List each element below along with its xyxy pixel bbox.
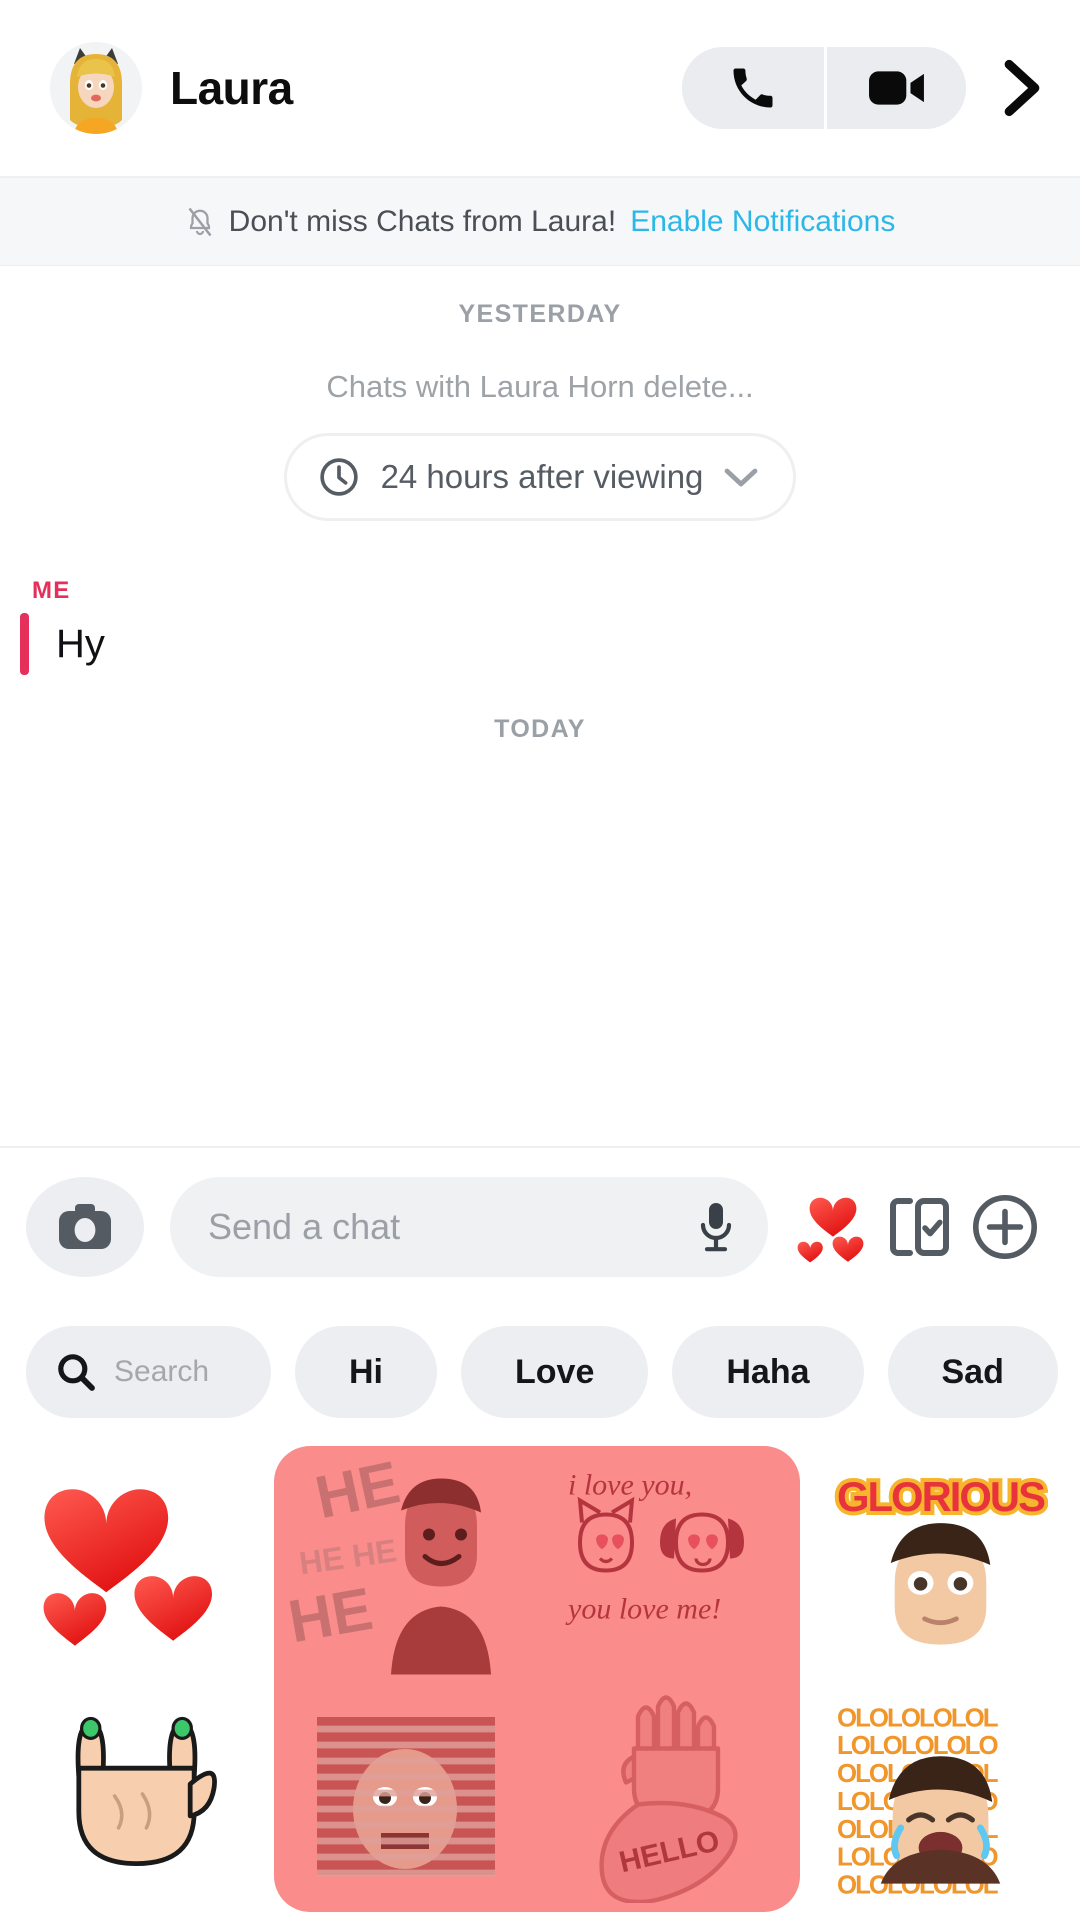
page-title[interactable]: Laura — [170, 61, 682, 115]
plus-circle-icon — [972, 1194, 1038, 1260]
call-buttons-group — [682, 47, 966, 129]
message-text: Hy — [56, 622, 105, 666]
hearts-emoji-icon — [797, 1197, 864, 1263]
chat-messages-area: YESTERDAY Chats with Laura Horn delete..… — [0, 266, 1080, 1146]
svg-text:LOLOLOLOLO: LOLOLOLOLO — [836, 1732, 998, 1760]
chat-delete-notice: Chats with Laura Horn delete... — [326, 369, 754, 404]
chat-input-bar: Send a chat — [0, 1146, 1080, 1306]
banner-message: Don't miss Chats from Laura! — [228, 204, 617, 238]
camera-button[interactable] — [26, 1177, 144, 1277]
sticker-category-row[interactable]: Search Hi Love Haha Sad — [0, 1306, 1080, 1438]
sticker-chip-love[interactable]: Love — [461, 1326, 649, 1418]
svg-text:HE: HE — [309, 1450, 404, 1531]
search-icon — [58, 1354, 95, 1391]
sticker-chip-hi[interactable]: Hi — [295, 1326, 437, 1418]
day-separator-yesterday: YESTERDAY — [458, 300, 622, 328]
sticker-i-love-you[interactable]: i love you, you love me! — [537, 1446, 800, 1679]
sticker-hello-hand[interactable]: HELLO — [537, 1679, 800, 1912]
chevron-down-icon — [725, 468, 758, 487]
message-sender-label: ME — [32, 577, 71, 604]
snapchat-chat-screen: Laura Don't miss Chats from Laura! Enabl… — [0, 0, 1080, 1920]
sticker-cards-icon — [890, 1198, 949, 1256]
sticker-rock-on-hand[interactable] — [0, 1679, 268, 1920]
svg-text:GLORIOUS: GLORIOUS — [837, 1473, 1045, 1520]
microphone-button[interactable] — [696, 1200, 736, 1254]
svg-text:i love you,: i love you, — [568, 1469, 692, 1502]
sticker-chip-sad[interactable]: Sad — [887, 1326, 1058, 1418]
audio-call-button[interactable] — [682, 47, 824, 129]
svg-text:HE HE: HE HE — [296, 1532, 398, 1581]
clock-icon — [319, 458, 358, 496]
sticker-grid: HE HE HE HE i love you, you love me! HEL… — [0, 1438, 1080, 1920]
avatar[interactable] — [50, 42, 142, 134]
message-row[interactable]: Hy — [20, 613, 1080, 675]
message-accent-bar — [20, 613, 29, 675]
sticker-peeking-blinds[interactable] — [274, 1679, 537, 1912]
svg-text:OLOLOLOLOL: OLOLOLOLOL — [836, 1704, 997, 1732]
sticker-chip-haha[interactable]: Haha — [672, 1326, 864, 1418]
sticker-search-input[interactable]: Search — [26, 1326, 271, 1418]
chat-empty-space — [0, 744, 1080, 1146]
chat-input-placeholder: Send a chat — [208, 1206, 401, 1247]
video-call-button[interactable] — [824, 47, 966, 129]
camera-icon — [59, 1204, 111, 1249]
rock-on-hand-sticker-icon — [75, 1716, 217, 1866]
sticker-picker-button[interactable] — [876, 1195, 962, 1259]
chat-input-field[interactable]: Send a chat — [170, 1177, 768, 1277]
timer-label: 24 hours after viewing — [380, 458, 704, 495]
glorious-bitmoji-sticker-icon: GLORIOUS — [833, 1469, 1048, 1645]
day-separator-today: TODAY — [494, 715, 586, 743]
svg-text:you love me!: you love me! — [565, 1593, 721, 1626]
timer-row: 24 hours after viewing — [0, 405, 1080, 521]
message-group-me: ME Hy — [0, 521, 1080, 675]
video-camera-icon — [868, 71, 924, 105]
sticker-search-placeholder: Search — [114, 1355, 210, 1388]
svg-text:HE: HE — [283, 1575, 377, 1655]
i-love-you-you-love-me-sticker-icon: i love you, you love me! — [565, 1469, 744, 1626]
enable-notifications-link[interactable]: Enable Notifications — [630, 205, 895, 239]
forward-arrow-button[interactable] — [992, 47, 1052, 129]
bell-muted-icon — [188, 207, 212, 236]
he-he-he-bitmoji-sticker-icon: HE HE HE HE — [283, 1450, 491, 1675]
phone-icon — [733, 68, 773, 108]
add-attachment-button[interactable] — [962, 1194, 1048, 1260]
hearts-sticker-button[interactable] — [790, 1188, 876, 1266]
laura-bitmoji-avatar — [50, 42, 142, 134]
peeking-blinds-sticker-icon — [316, 1716, 495, 1876]
microphone-icon — [700, 1203, 732, 1252]
sticker-hearts[interactable] — [0, 1438, 268, 1679]
delete-timer-selector[interactable]: 24 hours after viewing — [283, 433, 797, 521]
sticker-glorious[interactable]: GLORIOUS — [806, 1438, 1074, 1679]
sticker-he-he-he[interactable]: HE HE HE HE — [274, 1446, 537, 1679]
notification-banner[interactable]: Don't miss Chats from Laura! Enable Noti… — [0, 178, 1080, 266]
sticker-lol-crying-laugh[interactable]: OLOLOLOLOL LOLOLOLOLO OLOLOLOLOL LOLOLOL… — [806, 1679, 1074, 1920]
chat-header: Laura — [0, 0, 1080, 178]
hello-hand-sticker-icon: HELLO — [598, 1695, 738, 1903]
chevron-right-icon — [1004, 59, 1040, 117]
featured-sticker-pack: HE HE HE HE i love you, you love me! HEL… — [274, 1446, 800, 1912]
lol-crying-laugh-bitmoji-sticker-icon: OLOLOLOLOL LOLOLOLOLO OLOLOLOLOL LOLOLOL… — [836, 1704, 1000, 1899]
hearts-sticker-icon — [43, 1488, 212, 1646]
